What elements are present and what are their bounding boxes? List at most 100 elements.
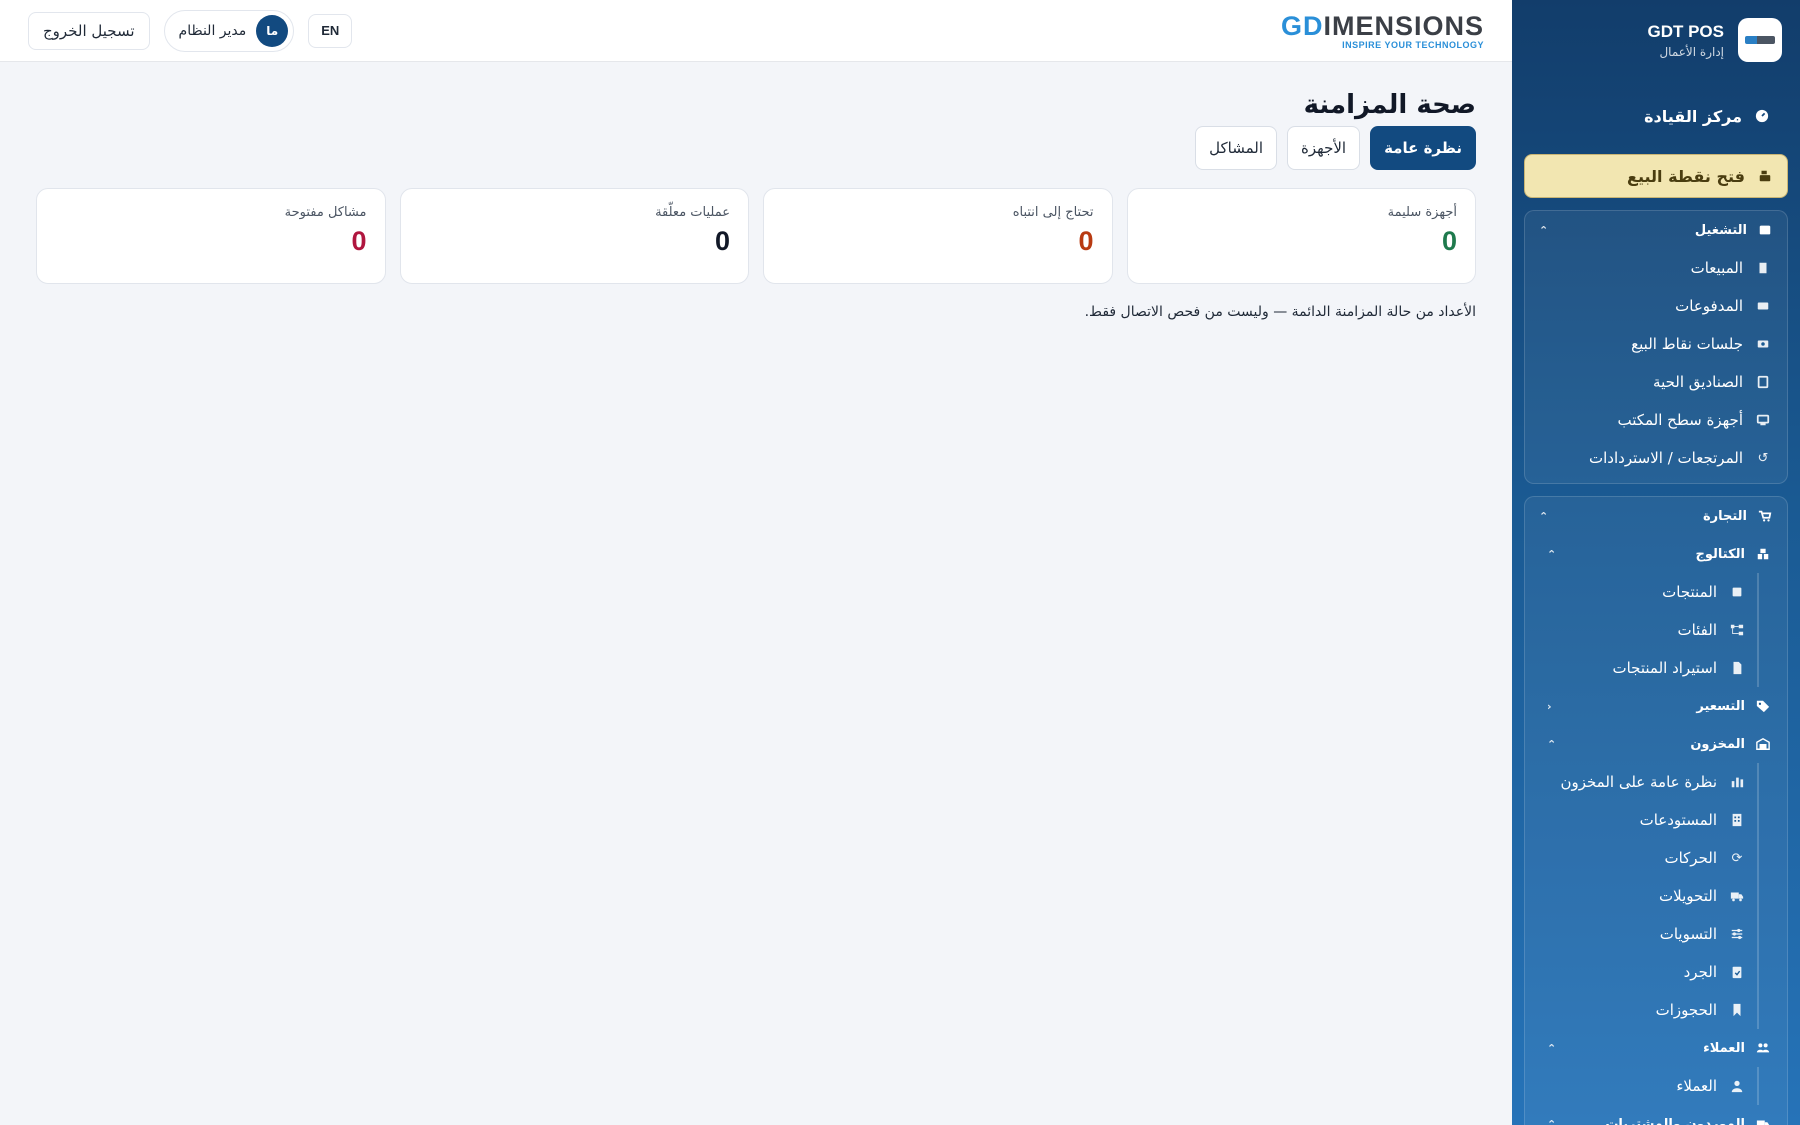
sidebar-item-label: المرتجعات / الاستردادات bbox=[1589, 449, 1743, 467]
nav-group-operations-header[interactable]: التشغيل ⌃ bbox=[1525, 211, 1787, 249]
top-bar: GDIMENSIONS INSPIRE YOUR TECHNOLOGY EN م… bbox=[0, 0, 1512, 62]
cart-icon bbox=[1757, 508, 1773, 524]
logo-tagline: INSPIRE YOUR TECHNOLOGY bbox=[1342, 40, 1484, 50]
catalog-items: المنتجات الفئات استيراد المنتجات bbox=[1525, 573, 1759, 687]
open-pos-button[interactable]: فتح نقطة البيع bbox=[1524, 154, 1788, 198]
chevron-up-icon: ⌃ bbox=[1547, 1117, 1557, 1125]
brand-logo bbox=[1738, 18, 1782, 62]
sidebar-item-label: التسويات bbox=[1659, 925, 1717, 943]
nav-group-commerce-header[interactable]: التجارة ⌃ bbox=[1525, 497, 1787, 535]
tab-overview[interactable]: نظرة عامة bbox=[1370, 126, 1476, 170]
sidebar-item-desktops[interactable]: أجهزة سطح المكتب bbox=[1525, 401, 1787, 439]
inbox-icon bbox=[1757, 222, 1773, 238]
inventory-items: نظرة عامة على المخزون المستودعات ⟳ الحرك… bbox=[1525, 763, 1759, 1029]
stat-card-value: 0 bbox=[1441, 226, 1457, 256]
sidebar-item-label: العملاء bbox=[1676, 1077, 1717, 1095]
chevron-up-icon: ⌃ bbox=[1547, 547, 1557, 561]
users-icon bbox=[1755, 1040, 1771, 1056]
sidebar-item-label: الحجوزات bbox=[1655, 1001, 1717, 1019]
sidebar-item-adjustments[interactable]: التسويات bbox=[1525, 915, 1757, 953]
boxes-icon bbox=[1755, 546, 1771, 562]
sidebar-item-customers[interactable]: العملاء bbox=[1525, 1067, 1757, 1105]
nav-group-title: التشغيل bbox=[1694, 222, 1747, 238]
sidebar-item-label: المستودعات bbox=[1639, 811, 1717, 829]
box-icon bbox=[1729, 584, 1745, 600]
stat-card-value: 0 bbox=[714, 226, 730, 256]
desktop-icon bbox=[1755, 412, 1771, 428]
brand: GDT POS إدارة الأعمال bbox=[1512, 0, 1800, 80]
logout-button[interactable]: تسجيل الخروج bbox=[28, 11, 150, 50]
avatar: ما bbox=[256, 14, 289, 47]
stat-card-healthy-devices: أجهزة سليمة 0 bbox=[1126, 188, 1476, 284]
sidebar: GDT POS إدارة الأعمال مركز القيادة فتح ن… bbox=[1512, 0, 1800, 1125]
sidebar-item-command-center[interactable]: مركز القيادة bbox=[1512, 84, 1800, 148]
logo-text: IMENSIONS bbox=[1323, 11, 1484, 41]
sidebar-item-transfers[interactable]: التحويلات bbox=[1525, 877, 1757, 915]
sitemap-icon bbox=[1729, 622, 1745, 638]
chevron-up-icon: ⌃ bbox=[1539, 223, 1549, 237]
company-logo: GDIMENSIONS INSPIRE YOUR TECHNOLOGY bbox=[1281, 11, 1484, 50]
truck-icon bbox=[1755, 1116, 1771, 1125]
sidebar-item-import-products[interactable]: استيراد المنتجات bbox=[1525, 649, 1757, 687]
sidebar-item-categories[interactable]: الفئات bbox=[1525, 611, 1757, 649]
receipt-icon bbox=[1755, 260, 1771, 276]
open-pos-label: فتح نقطة البيع bbox=[1627, 166, 1745, 186]
stat-card-value: 0 bbox=[351, 226, 367, 256]
cash-register-icon bbox=[1755, 336, 1771, 352]
refresh-icon: ⟳ bbox=[1731, 850, 1743, 866]
building-icon bbox=[1729, 812, 1745, 828]
language-toggle-button[interactable]: EN bbox=[308, 13, 353, 48]
main-content: صحة المزامنة نظرة عامة الأجهزة المشاكل أ… bbox=[0, 62, 1512, 1125]
sidebar-item-label: المبيعات bbox=[1690, 259, 1743, 277]
sidebar-item-live-drawers[interactable]: الصناديق الحية bbox=[1525, 363, 1787, 401]
chevron-up-icon: ⌃ bbox=[1547, 1041, 1557, 1055]
sidebar-item-label: الجرد bbox=[1683, 963, 1717, 981]
sidebar-item-payments[interactable]: المدفوعات bbox=[1525, 287, 1787, 325]
tablet-icon bbox=[1755, 374, 1771, 390]
nav-subgroup-customers[interactable]: العملاء ⌃ bbox=[1525, 1029, 1787, 1067]
sidebar-item-warehouses[interactable]: المستودعات bbox=[1525, 801, 1757, 839]
cash-register-icon bbox=[1757, 168, 1773, 184]
chevron-up-icon: ⌃ bbox=[1547, 737, 1557, 751]
customers-items: العملاء bbox=[1525, 1067, 1759, 1105]
stat-card-value: 0 bbox=[1078, 226, 1094, 256]
sidebar-item-label: نظرة عامة على المخزون bbox=[1560, 773, 1717, 791]
page-title: صحة المزامنة bbox=[1303, 90, 1476, 120]
sidebar-item-movements[interactable]: ⟳ الحركات bbox=[1525, 839, 1757, 877]
sidebar-item-label: استيراد المنتجات bbox=[1612, 659, 1717, 677]
sidebar-item-inventory-overview[interactable]: نظرة عامة على المخزون bbox=[1525, 763, 1757, 801]
sidebar-item-reservations[interactable]: الحجوزات bbox=[1525, 991, 1757, 1029]
credit-card-icon bbox=[1755, 298, 1771, 314]
clipboard-icon bbox=[1729, 964, 1745, 980]
bar-chart-icon bbox=[1729, 774, 1745, 790]
tab-issues[interactable]: المشاكل bbox=[1195, 126, 1278, 170]
brand-subtitle: إدارة الأعمال bbox=[1659, 44, 1724, 59]
sidebar-item-sales[interactable]: المبيعات bbox=[1525, 249, 1787, 287]
nav-subgroup-title: العملاء bbox=[1703, 1040, 1745, 1056]
sidebar-item-products[interactable]: المنتجات bbox=[1525, 573, 1757, 611]
stat-card-label: عمليات معلّقة bbox=[655, 205, 730, 220]
top-actions: EN ما مدير النظام تسجيل الخروج bbox=[28, 9, 353, 52]
sidebar-item-stocktake[interactable]: الجرد bbox=[1525, 953, 1757, 991]
nav-subgroup-suppliers[interactable]: الموردون والمشتريات ⌃ bbox=[1525, 1105, 1787, 1125]
nav-group-commerce: التجارة ⌃ الكتالوج ⌃ المنتجات الفئات است… bbox=[1524, 496, 1788, 1125]
sidebar-item-pos-sessions[interactable]: جلسات نقاط البيع bbox=[1525, 325, 1787, 363]
nav-subgroup-catalog[interactable]: الكتالوج ⌃ bbox=[1525, 535, 1787, 573]
tab-devices[interactable]: الأجهزة bbox=[1287, 126, 1361, 170]
nav-subgroup-title: المخزون bbox=[1690, 736, 1745, 752]
nav-subgroup-pricing[interactable]: التسعير ‹ bbox=[1525, 687, 1787, 725]
nav-subgroup-inventory[interactable]: المخزون ⌃ bbox=[1525, 725, 1787, 763]
sidebar-item-label: الحركات bbox=[1664, 849, 1717, 867]
sidebar-item-label: الفئات bbox=[1677, 621, 1717, 639]
tabs: نظرة عامة الأجهزة المشاكل bbox=[36, 126, 1476, 170]
stat-card-label: مشاكل مفتوحة bbox=[284, 205, 367, 220]
chevron-left-icon: ‹ bbox=[1547, 699, 1552, 713]
sidebar-item-returns[interactable]: ↺ المرتجعات / الاستردادات bbox=[1525, 439, 1787, 477]
stat-card-open-issues: مشاكل مفتوحة 0 bbox=[36, 188, 386, 284]
truck-icon bbox=[1729, 888, 1745, 904]
user-menu[interactable]: ما مدير النظام bbox=[163, 9, 295, 52]
nav-subgroup-title: الكتالوج bbox=[1695, 546, 1746, 562]
dashboard-icon bbox=[1754, 108, 1770, 124]
chevron-up-icon: ⌃ bbox=[1539, 509, 1549, 523]
sidebar-item-label: مركز القيادة bbox=[1644, 106, 1742, 126]
